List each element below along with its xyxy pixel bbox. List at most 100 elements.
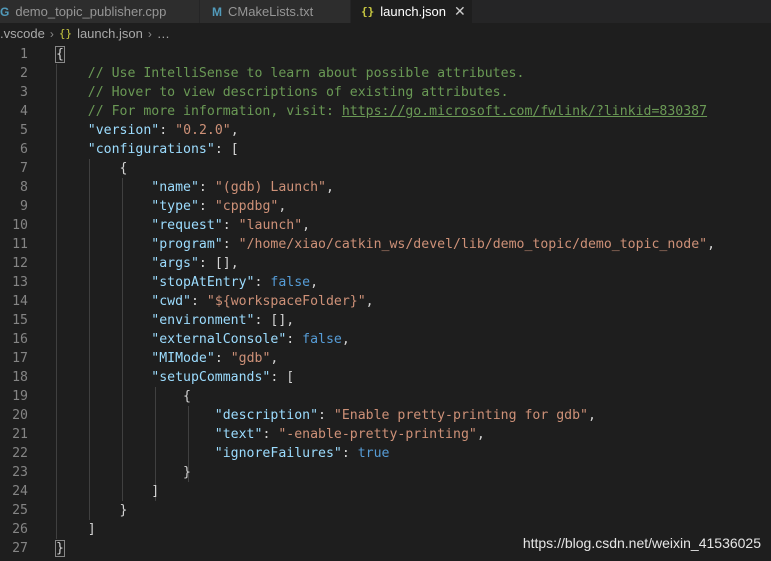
json-key: "version" <box>87 123 160 138</box>
code-line: ] <box>56 520 96 539</box>
tab-launch-json[interactable]: {} launch.json ✕ <box>351 0 473 23</box>
json-key: "request" <box>151 218 223 233</box>
line-number: 20 <box>12 408 28 423</box>
line-number: 17 <box>12 351 28 366</box>
code-line: "configurations": [ <box>87 142 239 157</box>
tab-cmakelists[interactable]: M CMakeLists.txt <box>200 0 351 23</box>
cmake-file-icon: M <box>212 4 222 19</box>
code-line: "text": "-enable-pretty-printing", <box>214 427 485 442</box>
code-content[interactable]: { // Use IntelliSense to learn about pos… <box>55 44 771 561</box>
comment: // Use IntelliSense to learn about possi… <box>87 66 525 81</box>
json-key: "name" <box>151 180 199 195</box>
code-line: "MIMode": "gdb", <box>151 351 279 366</box>
line-number: 11 <box>12 237 28 252</box>
json-array: [] <box>270 313 287 328</box>
open-bracket: [ <box>230 142 239 157</box>
json-string: "cppdbg" <box>214 199 279 214</box>
code-line: } <box>56 501 128 520</box>
line-number: 2 <box>20 66 28 81</box>
json-boolean: true <box>357 446 390 461</box>
line-number: 22 <box>12 446 28 461</box>
line-number: 12 <box>12 256 28 271</box>
code-line: // Use IntelliSense to learn about possi… <box>56 64 525 83</box>
json-string: "${workspaceFolder}" <box>206 294 366 309</box>
json-key: "configurations" <box>87 142 215 157</box>
close-brace: } <box>55 540 65 557</box>
close-bracket: ] <box>87 522 96 537</box>
open-brace: { <box>119 161 128 176</box>
line-number: 24 <box>12 484 28 499</box>
line-number: 26 <box>12 522 28 537</box>
json-key: "environment" <box>151 313 255 328</box>
watermark-text: https://blog.csdn.net/weixin_41536025 <box>522 535 761 551</box>
line-number: 8 <box>20 180 28 195</box>
fwlink-url[interactable]: https://go.microsoft.com/fwlink/?linkid=… <box>342 104 707 119</box>
close-bracket: ] <box>151 484 160 499</box>
code-line: "description": "Enable pretty-printing f… <box>214 408 596 423</box>
comment: // Hover to view descriptions of existin… <box>87 85 509 100</box>
json-string: "/home/xiao/catkin_ws/devel/lib/demo_top… <box>238 237 708 252</box>
json-key: "externalConsole" <box>151 332 287 347</box>
json-array: [] <box>214 256 231 271</box>
code-line: // For more information, visit: https://… <box>56 102 707 121</box>
tab-demo-topic-publisher[interactable]: G demo_topic_publisher.cpp <box>0 0 200 23</box>
vscode-editor-window: G demo_topic_publisher.cpp M CMakeLists.… <box>0 0 771 561</box>
code-line: } <box>56 463 191 482</box>
code-line: "version": "0.2.0", <box>87 123 239 138</box>
breadcrumb: .vscode › {} launch.json › … <box>0 23 771 44</box>
json-string: "0.2.0" <box>175 123 231 138</box>
code-line: { <box>55 45 65 64</box>
line-number: 21 <box>12 427 28 442</box>
code-line: "stopAtEntry": false, <box>151 275 319 290</box>
line-number: 19 <box>12 389 28 404</box>
line-number: 6 <box>20 142 28 157</box>
code-line: "externalConsole": false, <box>151 332 350 347</box>
line-number: 4 <box>20 104 28 119</box>
code-line: "type": "cppdbg", <box>151 199 287 214</box>
line-number: 27 <box>12 541 28 556</box>
line-number: 9 <box>20 199 28 214</box>
json-string: "Enable pretty-printing for gdb" <box>333 408 588 423</box>
code-line: "name": "(gdb) Launch", <box>151 180 334 195</box>
json-string: "-enable-pretty-printing" <box>278 427 477 442</box>
code-line: "args": [], <box>151 256 239 271</box>
json-key: "program" <box>151 237 223 252</box>
json-key: "args" <box>151 256 199 271</box>
code-line: } <box>55 539 65 558</box>
line-number-gutter: 1 2 3 4 5 6 7 8 9 10 11 12 13 14 15 16 1… <box>0 44 40 561</box>
tab-label: launch.json <box>380 4 447 19</box>
line-number: 3 <box>20 85 28 100</box>
code-line: "environment": [], <box>151 313 295 328</box>
breadcrumb-more[interactable]: … <box>157 26 170 41</box>
json-string: "(gdb) Launch" <box>214 180 326 195</box>
json-boolean: false <box>302 332 342 347</box>
json-boolean: false <box>270 275 311 290</box>
json-file-icon: {} <box>58 27 73 40</box>
json-string: "launch" <box>238 218 303 233</box>
code-line: { <box>56 159 128 178</box>
open-brace: { <box>183 389 191 404</box>
json-key: "MIMode" <box>151 351 215 366</box>
breadcrumb-file[interactable]: launch.json <box>77 26 143 41</box>
close-icon[interactable]: ✕ <box>454 3 466 20</box>
open-brace: { <box>55 46 65 63</box>
tab-label: demo_topic_publisher.cpp <box>15 4 167 19</box>
line-number: 7 <box>20 161 28 176</box>
line-number: 23 <box>12 465 28 480</box>
tab-label: CMakeLists.txt <box>228 4 314 19</box>
tab-bar: G demo_topic_publisher.cpp M CMakeLists.… <box>0 0 771 23</box>
code-line: "program": "/home/xiao/catkin_ws/devel/l… <box>151 237 716 252</box>
code-line: ] <box>56 482 159 501</box>
json-key: "stopAtEntry" <box>151 275 255 290</box>
breadcrumb-folder[interactable]: .vscode <box>0 26 45 41</box>
line-number: 13 <box>12 275 28 290</box>
json-key: "type" <box>151 199 199 214</box>
line-number: 16 <box>12 332 28 347</box>
code-line: // Hover to view descriptions of existin… <box>56 83 509 102</box>
json-key: "text" <box>214 427 263 442</box>
json-key: "ignoreFailures" <box>214 446 342 461</box>
line-number: 15 <box>12 313 28 328</box>
line-number: 5 <box>20 123 28 138</box>
code-editor[interactable]: 1 2 3 4 5 6 7 8 9 10 11 12 13 14 15 16 1… <box>0 44 771 561</box>
close-brace: } <box>183 465 191 480</box>
